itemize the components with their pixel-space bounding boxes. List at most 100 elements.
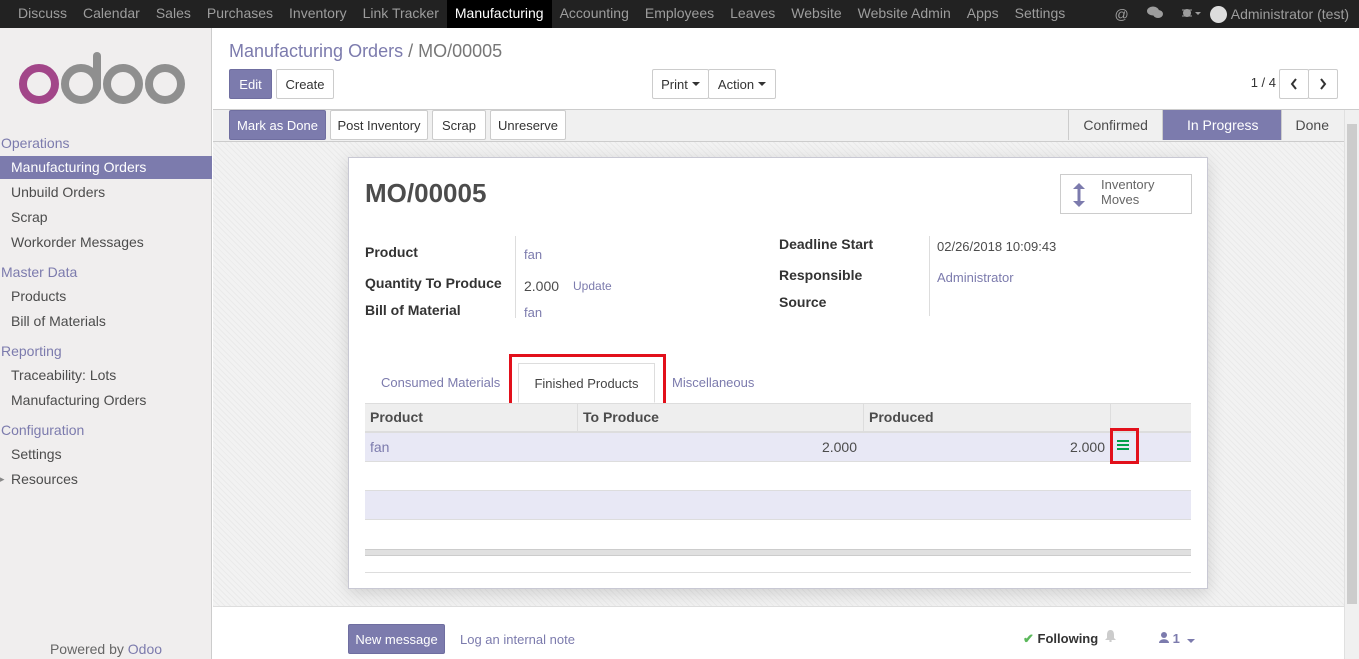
highlight-box: [1110, 428, 1139, 464]
menu-calendar[interactable]: Calendar: [75, 0, 148, 28]
menu-inventory[interactable]: Inventory: [281, 0, 355, 28]
print-label: Print: [661, 76, 688, 92]
pager-value[interactable]: 1 / 4: [1251, 75, 1276, 90]
menu-link-tracker[interactable]: Link Tracker: [355, 0, 447, 28]
user-avatar: [1209, 5, 1227, 23]
product-value[interactable]: fan: [524, 247, 542, 262]
table-row[interactable]: fan 2.000 2.000: [365, 433, 1191, 462]
powered-by: Powered by Odoo: [0, 641, 212, 657]
sidebar-item-scrap[interactable]: Scrap: [0, 206, 212, 229]
post-inventory-button[interactable]: Post Inventory: [330, 110, 428, 140]
bell-icon[interactable]: [1105, 630, 1116, 645]
mark-as-done-button[interactable]: Mark as Done: [229, 110, 326, 140]
powered-by-link[interactable]: Odoo: [128, 641, 162, 657]
sidebar-item-workorder-messages[interactable]: Workorder Messages: [0, 231, 212, 254]
following-label: Following: [1037, 631, 1099, 646]
form-statusbar: Mark as Done Post Inventory Scrap Unrese…: [213, 110, 1359, 142]
sidebar-item-products[interactable]: Products: [0, 285, 212, 308]
deadline-start-value: 02/26/2018 10:09:43: [937, 239, 1057, 254]
chatter: New message Log an internal note ✔ Follo…: [213, 606, 1344, 659]
systray: @ Administrator (test): [1106, 0, 1349, 28]
notebook-tabs: Consumed Materials Finished Products Mis…: [365, 363, 1191, 403]
form-sheet: MO/00005 Inventory Moves Product Quantity…: [348, 157, 1208, 589]
stage-done[interactable]: Done: [1280, 110, 1343, 140]
column-to-produce[interactable]: To Produce: [577, 404, 864, 432]
vertical-scrollbar[interactable]: [1344, 110, 1359, 659]
pager-previous-button[interactable]: [1279, 69, 1309, 99]
column-product[interactable]: Product: [365, 404, 578, 432]
menu-discuss[interactable]: Discuss: [0, 0, 75, 28]
log-note-button[interactable]: Log an internal note: [460, 632, 575, 647]
user-icon: [1159, 632, 1169, 643]
sidebar: Operations Manufacturing Orders Unbuild …: [0, 28, 212, 659]
following-button[interactable]: ✔ Following: [1023, 631, 1098, 647]
sidebar-item-resources[interactable]: Resources: [0, 468, 212, 491]
action-dropdown[interactable]: Action: [708, 69, 776, 99]
pager-next-button[interactable]: [1308, 69, 1338, 99]
bug-icon[interactable]: [1181, 6, 1201, 22]
menu-apps[interactable]: Apps: [959, 0, 1007, 28]
responsible-value[interactable]: Administrator: [937, 270, 1014, 285]
arrows-vertical-icon: [1073, 183, 1085, 207]
update-quantity-button[interactable]: Update: [573, 279, 612, 293]
create-button[interactable]: Create: [276, 69, 334, 99]
unreserve-button[interactable]: Unreserve: [490, 110, 566, 140]
sidebar-section-reporting: Reporting: [1, 343, 62, 359]
sidebar-item-traceability-lots[interactable]: Traceability: Lots: [0, 364, 212, 387]
menu-website[interactable]: Website: [783, 0, 849, 28]
sidebar-item-unbuild-orders[interactable]: Unbuild Orders: [0, 181, 212, 204]
row-to-produce: 2.000: [821, 439, 857, 455]
stage-confirmed[interactable]: Confirmed: [1068, 110, 1162, 140]
scrap-button[interactable]: Scrap: [432, 110, 486, 140]
followers-count: 1: [1172, 631, 1180, 646]
user-menu[interactable]: Administrator (test): [1231, 6, 1349, 22]
top-navbar: Discuss Calendar Sales Purchases Invento…: [0, 0, 1359, 28]
row-product[interactable]: fan: [370, 433, 389, 462]
column-produced[interactable]: Produced: [863, 404, 1111, 432]
sidebar-item-manufacturing-orders[interactable]: Manufacturing Orders: [0, 156, 212, 179]
record-title: MO/00005: [365, 178, 487, 208]
followers-button[interactable]: 1: [1159, 631, 1196, 646]
scrollbar-thumb[interactable]: [1347, 124, 1357, 604]
sidebar-item-settings[interactable]: Settings: [0, 443, 212, 466]
control-panel: Manufacturing Orders / MO/00005 Edit Cre…: [213, 28, 1359, 110]
field-separator: [929, 236, 930, 316]
edit-button[interactable]: Edit: [229, 69, 272, 99]
table-footer: [365, 549, 1191, 556]
sidebar-item-bill-of-materials[interactable]: Bill of Materials: [0, 310, 212, 333]
sidebar-section-configuration: Configuration: [1, 422, 85, 438]
label-product: Product: [365, 244, 418, 260]
tab-miscellaneous[interactable]: Miscellaneous: [672, 363, 754, 403]
menu-website-admin[interactable]: Website Admin: [850, 0, 959, 28]
breadcrumb-parent[interactable]: Manufacturing Orders: [229, 41, 403, 61]
caret-down-icon: [691, 82, 700, 86]
row-produced: 2.000: [1069, 439, 1105, 455]
breadcrumb: Manufacturing Orders / MO/00005: [229, 41, 502, 62]
tab-consumed-materials[interactable]: Consumed Materials: [381, 363, 500, 403]
menu-sales[interactable]: Sales: [148, 0, 199, 28]
table-divider: [365, 572, 1191, 573]
menu-manufacturing[interactable]: Manufacturing: [446, 0, 552, 28]
breadcrumb-current: MO/00005: [418, 41, 503, 61]
inventory-moves-button[interactable]: Inventory Moves: [1060, 174, 1192, 214]
stage-in-progress[interactable]: In Progress: [1161, 110, 1281, 140]
table-header: Product To Produce Produced: [365, 403, 1191, 433]
menu-employees[interactable]: Employees: [637, 0, 722, 28]
label-source: Source: [779, 294, 827, 310]
menu-leaves[interactable]: Leaves: [722, 0, 783, 28]
menu-purchases[interactable]: Purchases: [199, 0, 281, 28]
table-empty-row: [365, 462, 1191, 491]
caret-down-icon: [758, 82, 767, 86]
chat-icon[interactable]: [1146, 6, 1163, 22]
sidebar-section-master-data: Master Data: [1, 264, 78, 280]
new-message-button[interactable]: New message: [348, 624, 445, 654]
menu-settings[interactable]: Settings: [1007, 0, 1074, 28]
label-responsible: Responsible: [779, 267, 863, 283]
sidebar-item-reporting-manufacturing-orders[interactable]: Manufacturing Orders: [0, 389, 212, 412]
menu-accounting[interactable]: Accounting: [552, 0, 637, 28]
print-dropdown[interactable]: Print: [652, 69, 709, 99]
bill-of-material-value[interactable]: fan: [524, 305, 542, 320]
at-icon[interactable]: @: [1115, 6, 1129, 22]
odoo-logo[interactable]: [18, 50, 188, 113]
powered-by-prefix: Powered by: [49, 641, 124, 657]
